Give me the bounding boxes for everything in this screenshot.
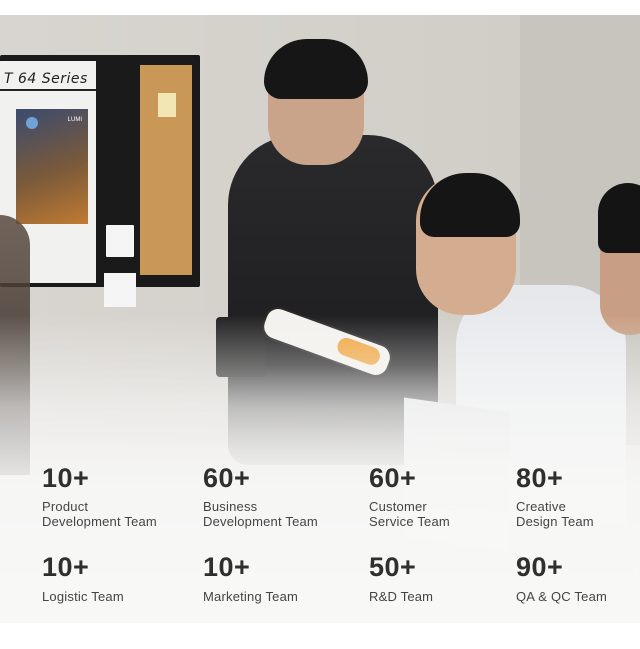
stat-label: Customer Service Team bbox=[369, 499, 450, 529]
stat-customer-service: 60+ Customer Service Team bbox=[369, 463, 450, 529]
poster-logo-icon bbox=[26, 117, 38, 129]
stat-creative-design: 80+ Creative Design Team bbox=[516, 463, 594, 529]
stat-business-development: 60+ Business Development Team bbox=[203, 463, 318, 529]
stat-value: 90+ bbox=[516, 552, 564, 582]
stat-value: 60+ bbox=[203, 463, 251, 493]
stat-label: Logistic Team bbox=[42, 589, 124, 604]
stat-value: 10+ bbox=[42, 463, 90, 493]
standing-person-hair bbox=[264, 39, 368, 99]
stat-value: 60+ bbox=[369, 463, 417, 493]
stat-label: Creative Design Team bbox=[516, 499, 594, 529]
stat-value: 50+ bbox=[369, 552, 417, 582]
stat-value: 80+ bbox=[516, 463, 564, 493]
display-board: T 64 Series LUMI bbox=[0, 55, 200, 307]
hero-photo: T 64 Series LUMI bbox=[0, 15, 640, 623]
pen-cup bbox=[106, 225, 134, 257]
stat-label: QA & QC Team bbox=[516, 589, 608, 604]
stat-rnd: 50+ R&D Team bbox=[369, 552, 433, 604]
stat-qa-qc: 90+ QA & QC Team bbox=[516, 552, 607, 604]
storage-cup bbox=[104, 273, 136, 307]
stat-value: 10+ bbox=[42, 552, 90, 582]
stat-product-development: 10+ Product Development Team bbox=[42, 463, 157, 529]
stat-label: Product Development Team bbox=[42, 499, 157, 529]
stat-marketing: 10+ Marketing Team bbox=[203, 552, 298, 604]
stat-label: Marketing Team bbox=[203, 589, 299, 604]
sticky-note bbox=[158, 93, 176, 117]
stat-value: 10+ bbox=[203, 552, 251, 582]
stat-label: R&D Team bbox=[369, 589, 434, 604]
board-divider bbox=[0, 89, 96, 91]
stat-label: Business Development Team bbox=[203, 499, 318, 529]
stat-logistic: 10+ Logistic Team bbox=[42, 552, 124, 604]
board-title: T 64 Series bbox=[4, 71, 88, 87]
product-poster: LUMI bbox=[16, 109, 88, 224]
right-person-hair bbox=[598, 183, 640, 253]
poster-brand: LUMI bbox=[67, 117, 82, 123]
